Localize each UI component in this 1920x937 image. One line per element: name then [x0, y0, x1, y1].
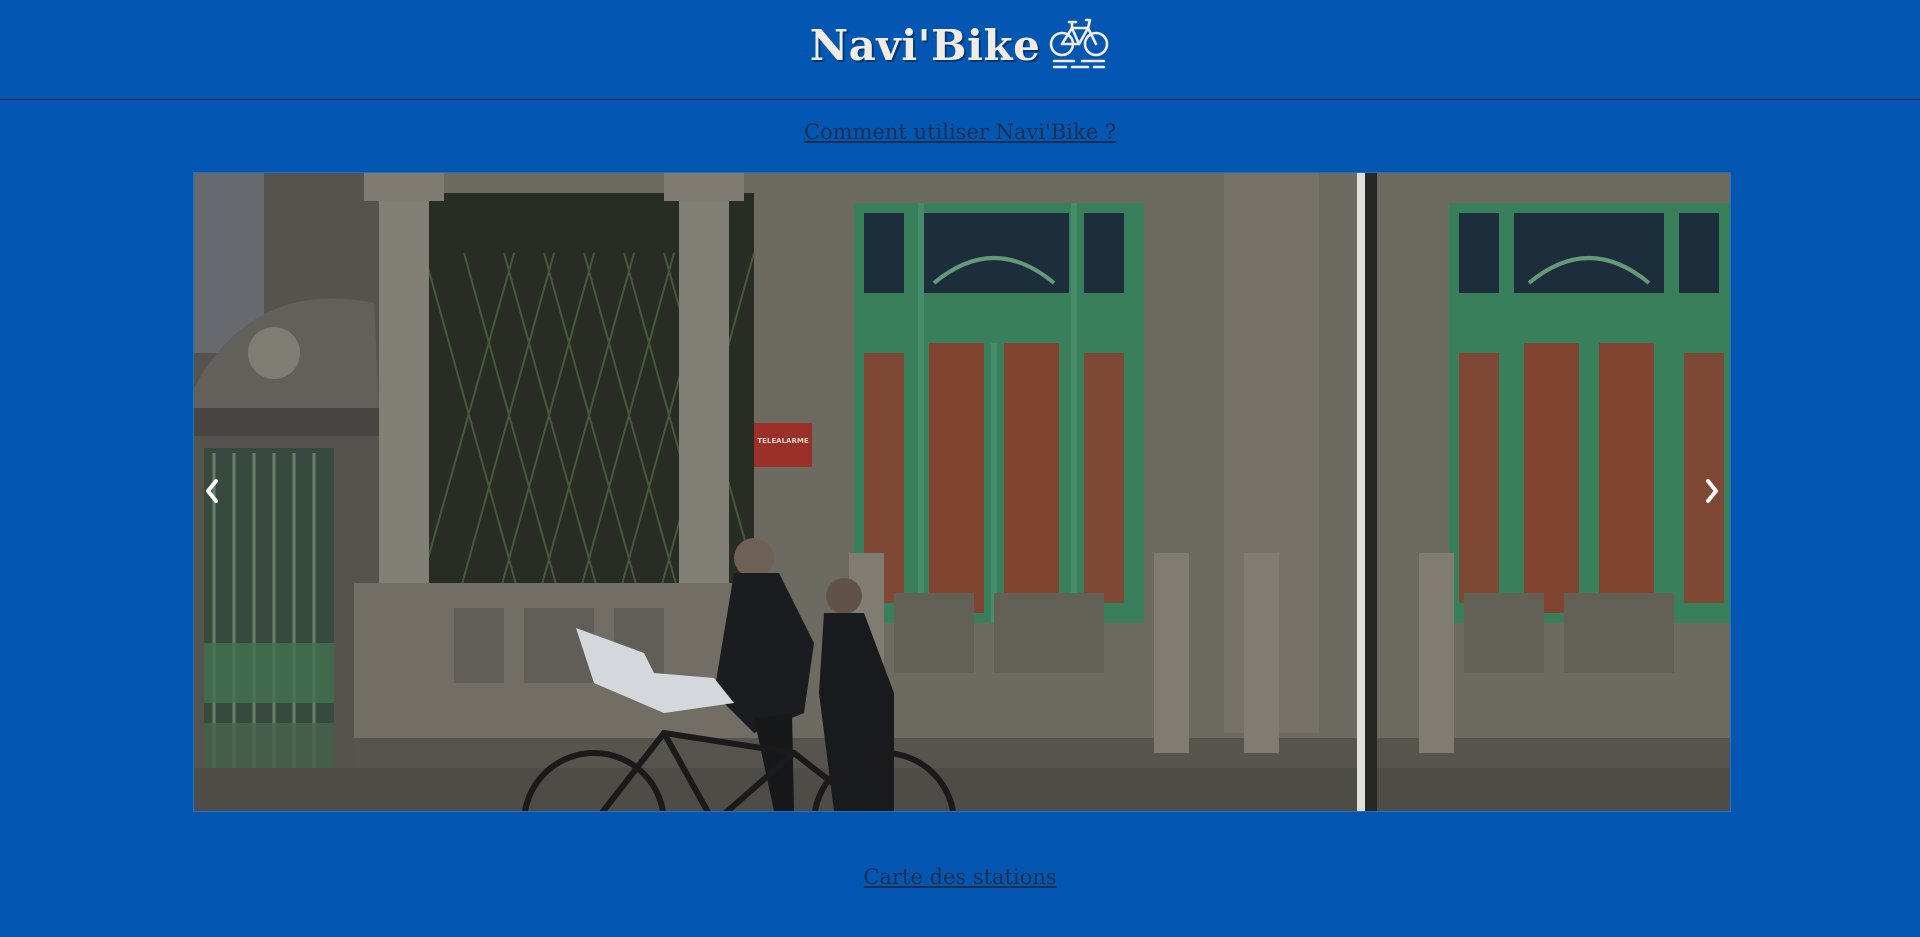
site-title: Navi'Bike	[809, 21, 1041, 70]
chevron-right-icon	[1706, 479, 1718, 503]
image-carousel[interactable]: TELEALARME	[193, 172, 1731, 812]
bicycle-icon	[1049, 18, 1109, 68]
how-to-use-link[interactable]: Comment utiliser Navi'Bike ?	[804, 120, 1116, 144]
site-header: Navi'Bike	[0, 0, 1920, 100]
chevron-left-icon	[206, 479, 218, 503]
brand[interactable]: Navi'Bike	[809, 18, 1111, 70]
station-map-container: Carte des stations	[0, 865, 1920, 889]
carousel-prev-button[interactable]	[194, 469, 230, 513]
station-map-link[interactable]: Carte des stations	[863, 865, 1056, 889]
carousel-next-button[interactable]	[1694, 469, 1730, 513]
how-to-use-container: Comment utiliser Navi'Bike ?	[0, 120, 1920, 144]
carousel-slide-image: TELEALARME	[194, 173, 1730, 811]
